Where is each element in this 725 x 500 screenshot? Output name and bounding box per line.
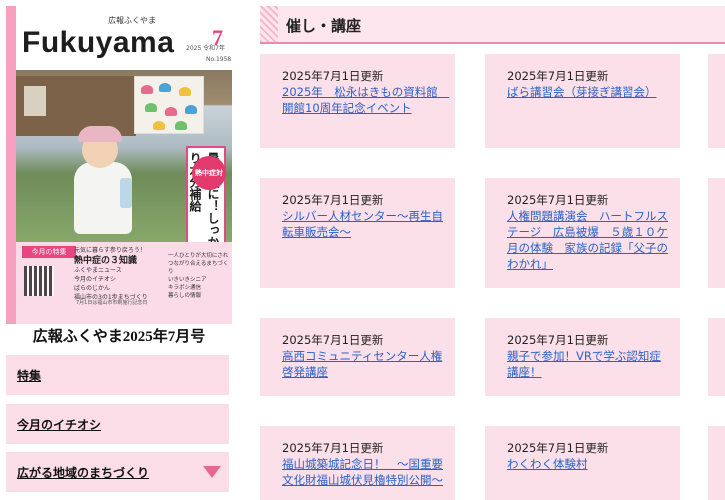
cover-table-of-contents: 今月の特集 元気に暮らす参り戻ろう！ 熱中症の３知識 ふくやまニュース 今月のイ…: [16, 242, 232, 324]
card-date: 2025年7月1日更新: [282, 333, 384, 347]
card-link[interactable]: 福山城築城記念日！ ～国重要文化財福山城伏見櫓特別公開～: [282, 456, 447, 488]
card-link[interactable]: ばら講習会（芽接ぎ講習会）: [507, 84, 672, 100]
toc-footer: 7月1日は福山市市制施行記念日: [76, 300, 148, 306]
nav-item-feature[interactable]: 特集: [6, 355, 229, 395]
cover-logo: Fukuyama: [22, 26, 175, 59]
section-title: 催し・講座: [286, 17, 362, 35]
event-card-partial[interactable]: [708, 54, 725, 148]
nav-item-label: 今月のイチオシ: [17, 418, 102, 432]
toc-item: ふくやまニュース: [74, 267, 122, 274]
section-header: 催し・講座: [260, 6, 725, 44]
card-date: 2025年7月1日更新: [507, 69, 609, 83]
card-link[interactable]: 人権問題講演会 ハートフルステージ 広島被爆 ５歳１０ケ月の体験 家族の記録「父…: [507, 208, 672, 272]
card-link[interactable]: 高西コミュニティセンター人権啓発講座: [282, 348, 447, 380]
card-date: 2025年7月1日更新: [507, 193, 609, 207]
card-link[interactable]: わくわく体験村: [507, 456, 672, 472]
header-stripe-decoration: [260, 6, 278, 42]
event-card[interactable]: 2025年7月1日更新 親子で参加！VRで学ぶ認知症講座！: [485, 318, 680, 396]
toc-item: ばらのじかん: [74, 285, 111, 292]
photo-barn: [16, 76, 136, 136]
toc-line: 元気に暮らす参り戻ろう！: [74, 247, 146, 254]
card-date: 2025年7月1日更新: [282, 441, 384, 455]
event-card[interactable]: 2025年7月1日更新 人権問題講演会 ハートフルステージ 広島被爆 ５歳１０ケ…: [485, 178, 680, 288]
toc-feature: 熱中症の３知識: [74, 256, 138, 266]
photo-water-bottle: [120, 178, 132, 208]
event-card[interactable]: 2025年7月1日更新 わくわく体験村: [485, 426, 680, 500]
card-link[interactable]: 親子で参加！VRで学ぶ認知症講座！: [507, 348, 672, 380]
card-date: 2025年7月1日更新: [507, 333, 609, 347]
card-date: 2025年7月1日更新: [507, 441, 609, 455]
event-card-partial[interactable]: [708, 178, 725, 288]
event-card[interactable]: 2025年7月1日更新 高西コミュニティセンター人権啓発講座: [260, 318, 455, 396]
nav-item-label: 広がる地域のまちづくり: [17, 466, 150, 480]
card-link[interactable]: 2025年 松永はきもの資料館 開館10周年記念イベント: [282, 84, 449, 116]
toc-side-item: 一人ひとりが大切にされつながり合えるまちづくり: [168, 253, 229, 275]
toc-item: 今月のイチオシ: [74, 276, 117, 283]
event-card[interactable]: 2025年7月1日更新 福山城築城記念日！ ～国重要文化財福山城伏見櫓特別公開～: [260, 426, 455, 500]
qr-code-icon: [24, 266, 54, 296]
event-card[interactable]: 2025年7月1日更新 ばら講習会（芽接ぎ講習会）: [485, 54, 680, 148]
cover-caption: 広報ふくやま2025年7月号: [32, 329, 206, 345]
toc-side: 一人ひとりが大切にされつながり合えるまちづくり いきいきシニア キラボシ通信 暮…: [168, 252, 230, 300]
event-card-partial[interactable]: [708, 318, 725, 396]
event-card[interactable]: 2025年7月1日更新 シルバー人材センター～再生自転車販売会～: [260, 178, 455, 288]
expand-triangle-icon[interactable]: [203, 466, 221, 478]
photo-child-cap: [78, 126, 122, 142]
cover-month: 7: [212, 25, 223, 50]
cover-headline-circle: 熱中症対策: [192, 156, 226, 211]
nav-item-community[interactable]: 広がる地域のまちづくり: [6, 452, 229, 492]
card-date: 2025年7月1日更新: [282, 69, 384, 83]
event-card[interactable]: 2025年7月1日更新 2025年 松永はきもの資料館 開館10周年記念イベント: [260, 54, 455, 148]
nav-item-label: 特集: [17, 369, 42, 383]
toc-side-item: 暮らしの情報: [168, 293, 202, 299]
magazine-cover[interactable]: Fukuyama 広報ふくやま 2025 令和7年 7 No.1958 暑い夏に…: [6, 6, 232, 324]
card-date: 2025年7月1日更新: [282, 193, 384, 207]
event-card-partial[interactable]: [708, 426, 725, 500]
cover-issue-number: No.1958: [206, 56, 232, 63]
toc-label: 今月の特集: [22, 246, 76, 258]
cover-pink-strip: [6, 6, 16, 324]
cover-kicker: 広報ふくやま: [108, 16, 156, 25]
toc-side-item: いきいきシニア: [168, 277, 207, 283]
toc-main: 元気に暮らす参り戻ろう！ 熱中症の３知識 ふくやまニュース 今月のイチオシ ばら…: [74, 246, 170, 302]
nav-item-monthly-pick[interactable]: 今月のイチオシ: [6, 404, 229, 444]
photo-mural: [134, 76, 204, 134]
card-link[interactable]: シルバー人材センター～再生自転車販売会～: [282, 208, 447, 240]
toc-side-item: キラボシ通信: [168, 285, 202, 291]
